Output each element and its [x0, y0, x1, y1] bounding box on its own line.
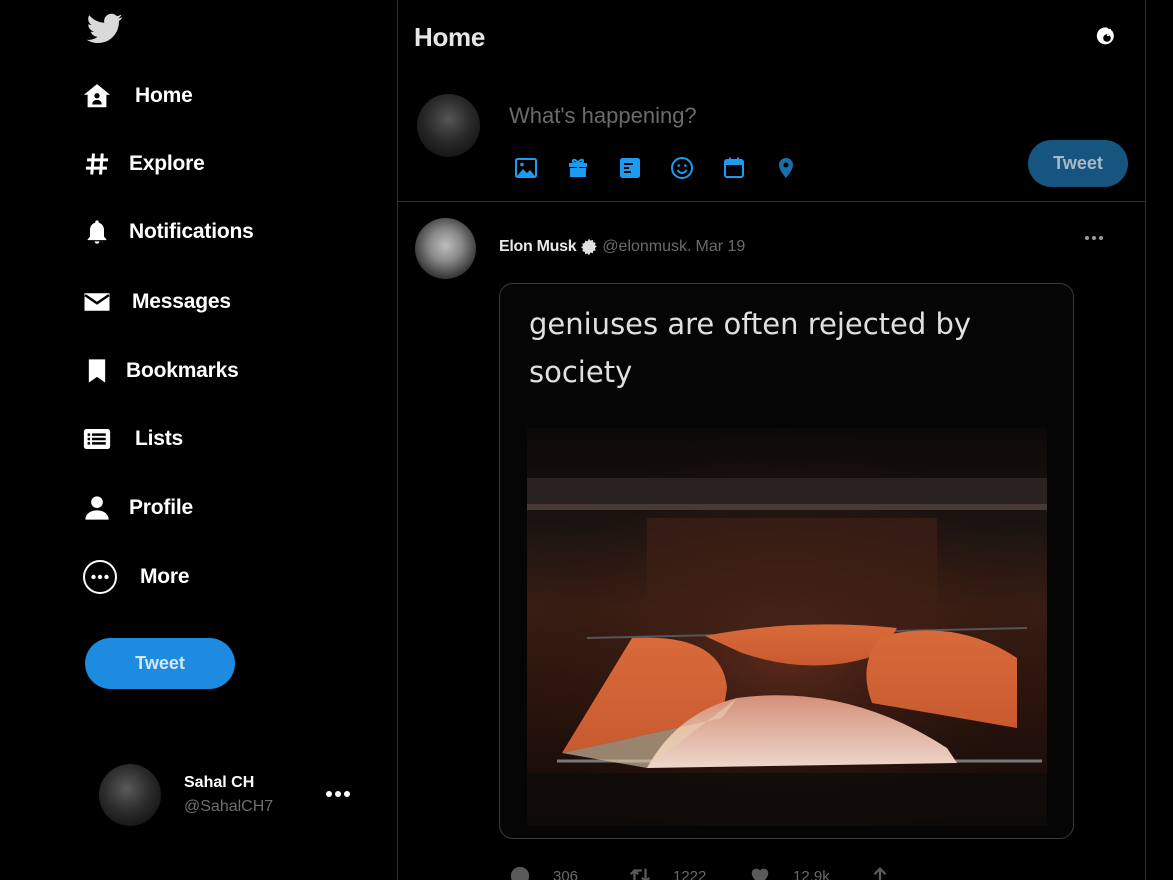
sidebar-item-home[interactable]: Home: [82, 76, 193, 116]
image-icon[interactable]: [514, 156, 538, 180]
sidebar-item-label: Bookmarks: [126, 359, 239, 382]
list-icon: [82, 424, 112, 454]
reply-icon: [509, 865, 531, 880]
sidebar-item-bookmarks[interactable]: Bookmarks: [82, 351, 239, 391]
sidebar-item-label: Lists: [135, 427, 184, 450]
reply-count: 306: [553, 867, 579, 880]
hashtag-icon: [82, 149, 112, 179]
schedule-icon[interactable]: [722, 156, 746, 180]
tweet[interactable]: Elon Musk @elonmusk. Mar 19 geniuses are…: [398, 202, 1145, 880]
account-handle: @SahalCH7: [184, 798, 274, 815]
more-circle-icon: [82, 559, 118, 595]
compose-box: Tweet: [398, 80, 1145, 202]
location-icon[interactable]: [774, 156, 798, 180]
retweet-count: 1222: [673, 867, 707, 880]
sparkle-icon[interactable]: [1095, 25, 1119, 49]
sidebar-item-label: Explore: [129, 152, 205, 175]
sidebar-item-label: Profile: [129, 496, 193, 519]
tweet-date[interactable]: Mar 19: [695, 238, 745, 256]
like-count: 12.9k: [793, 867, 830, 880]
sidebar-item-profile[interactable]: Profile: [82, 488, 193, 528]
avatar: [99, 764, 161, 826]
compose-tweet-button[interactable]: Tweet: [1028, 140, 1128, 187]
bell-icon: [82, 217, 112, 247]
sidebar-item-lists[interactable]: Lists: [82, 419, 183, 459]
retweet-button[interactable]: 1222: [629, 866, 749, 880]
account-switcher[interactable]: Sahal CH @SahalCH7: [99, 764, 359, 826]
tweet-handle[interactable]: @elonmusk.: [602, 238, 691, 256]
account-name: Sahal CH: [184, 774, 255, 791]
gif-icon[interactable]: [566, 156, 590, 180]
envelope-icon: [82, 287, 112, 317]
home-icon: [82, 81, 112, 111]
avatar: [417, 94, 480, 157]
tweet-author[interactable]: Elon Musk: [499, 238, 577, 256]
verified-badge-icon: [580, 238, 598, 256]
compose-input[interactable]: [509, 100, 1009, 132]
sidebar-tweet-button[interactable]: Tweet: [85, 638, 235, 689]
sidebar-item-messages[interactable]: Messages: [82, 282, 231, 322]
like-icon: [749, 865, 771, 880]
emoji-icon[interactable]: [670, 156, 694, 180]
sidebar-item-label: More: [140, 565, 190, 588]
tweet-media[interactable]: geniuses are often rejected by society: [499, 283, 1074, 839]
sidebar-item-label: Messages: [132, 290, 231, 313]
sidebar-item-explore[interactable]: Explore: [82, 144, 205, 184]
sidebar-item-label: Notifications: [129, 220, 254, 243]
like-button[interactable]: 12.9k: [749, 866, 869, 880]
page-title: Home: [414, 22, 486, 52]
sidebar: Home Explore Notifications Messages Book…: [0, 0, 397, 880]
reply-button[interactable]: 306: [509, 866, 629, 880]
bookmark-icon: [82, 356, 112, 386]
sidebar-item-more[interactable]: More: [82, 557, 190, 597]
avatar[interactable]: [415, 218, 476, 279]
poll-icon[interactable]: [618, 156, 642, 180]
share-icon: [869, 865, 891, 880]
share-button[interactable]: [869, 866, 989, 880]
sidebar-item-notifications[interactable]: Notifications: [82, 212, 254, 252]
tweet-more-icon[interactable]: [1085, 236, 1103, 242]
media-caption: geniuses are often rejected by society: [529, 307, 972, 389]
sidebar-item-label: Home: [135, 84, 193, 107]
account-more-icon[interactable]: [326, 788, 350, 800]
twitter-bird-icon[interactable]: [84, 10, 126, 46]
person-icon: [82, 493, 112, 523]
retweet-icon: [629, 865, 651, 880]
main-timeline: Home Tweet: [397, 0, 1146, 880]
oven-pizza-image: [527, 428, 1047, 826]
